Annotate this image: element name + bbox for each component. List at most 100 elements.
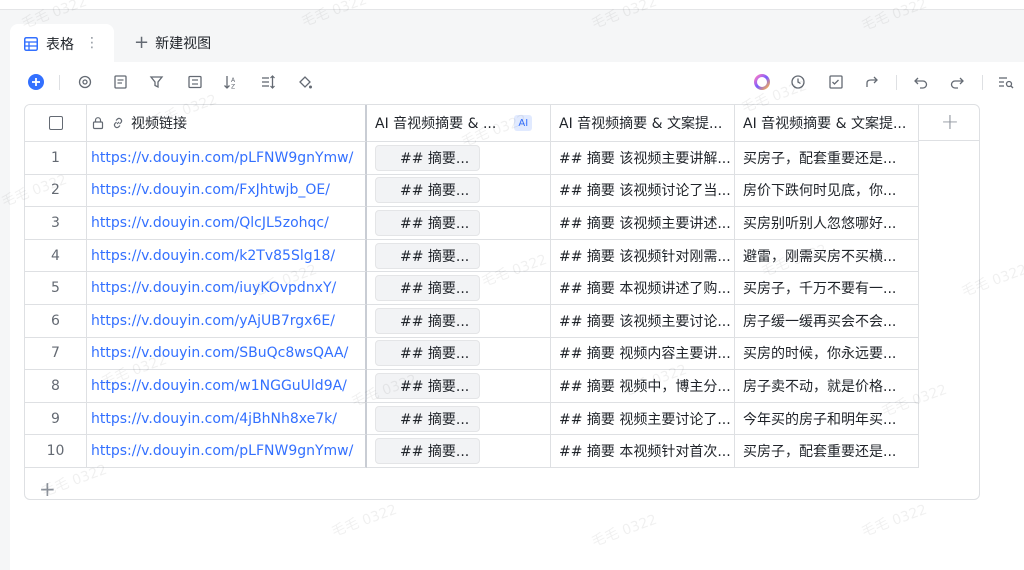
transcript-cell[interactable]: 买房子，配套重要还是... (735, 142, 919, 175)
summary-cell[interactable]: ## 摘要 该视频讨论了当... (551, 174, 735, 208)
column-header-transcript[interactable]: AI 音视频摘要 & 文案提... (735, 105, 919, 142)
summary-cell[interactable]: ## 摘要 视频内容主要讲... (551, 337, 735, 371)
history-clock-icon[interactable] (788, 72, 808, 92)
undo-icon[interactable] (911, 72, 931, 92)
summary-chip[interactable]: ## 摘要... (375, 177, 481, 204)
tab-more-icon[interactable]: ⋮ (85, 35, 99, 51)
video-link[interactable]: https://v.douyin.com/w1NGGuUld9A/ (91, 378, 347, 394)
row-number: 3 (51, 214, 60, 231)
ai-summary-cell[interactable]: ## 摘要... (367, 402, 551, 436)
ai-summary-cell[interactable]: ## 摘要... (367, 207, 551, 240)
table-row[interactable]: 3 https://v.douyin.com/QlcJL5zohqc/ ## 摘要.… (25, 207, 919, 240)
column-header-link[interactable]: 视频链接 (87, 105, 367, 142)
summary-cell[interactable]: ## 摘要 本视频针对首次... (551, 435, 735, 468)
ai-summary-cell[interactable]: ## 摘要... (367, 305, 551, 338)
row-number-cell: 10 (25, 435, 87, 468)
video-link[interactable]: https://v.douyin.com/yAjUB7rgx6E/ (91, 313, 335, 329)
table-row[interactable]: 5 https://v.douyin.com/iuyKOvpdnxY/ ## 摘要.… (25, 272, 919, 305)
ai-summary-cell[interactable]: ## 摘要... (367, 142, 551, 175)
transcript-cell[interactable]: 买房别听别人忽悠哪好... (735, 207, 919, 240)
link-cell[interactable]: https://v.douyin.com/k2Tv85Slg18/ (87, 239, 367, 273)
table-row[interactable]: 7 https://v.douyin.com/SBuQc8wsQAA/ ## 摘要.… (25, 337, 919, 371)
transcript-cell[interactable]: 今年买的房子和明年买... (735, 402, 919, 436)
summary-cell[interactable]: ## 摘要 该视频主要讲解... (551, 142, 735, 175)
ai-summary-cell[interactable]: ## 摘要... (367, 435, 551, 468)
table-row[interactable]: 4 https://v.douyin.com/k2Tv85Slg18/ ## 摘要.… (25, 239, 919, 273)
link-cell[interactable]: https://v.douyin.com/QlcJL5zohqc/ (87, 207, 367, 240)
summary-chip[interactable]: ## 摘要... (375, 209, 481, 236)
field-config-icon[interactable] (111, 72, 131, 92)
fill-color-icon[interactable] (295, 72, 315, 92)
search-records-icon[interactable] (996, 72, 1016, 92)
summary-chip[interactable]: ## 摘要... (375, 340, 481, 367)
checkbox-icon[interactable] (48, 116, 63, 130)
link-cell[interactable]: https://v.douyin.com/SBuQc8wsQAA/ (87, 337, 367, 371)
ai-summary-cell[interactable]: ## 摘要... (367, 174, 551, 208)
checklist-icon[interactable] (826, 72, 846, 92)
tab-grid-view[interactable]: 表格 ⋮ (10, 24, 114, 64)
add-record-icon[interactable] (26, 72, 46, 92)
summary-cell[interactable]: ## 摘要 视频中，博主分... (551, 370, 735, 403)
link-cell[interactable]: https://v.douyin.com/FxJhtwjb_OE/ (87, 174, 367, 208)
transcript-text: 房价下跌何时见底，你... (743, 183, 897, 200)
summary-cell[interactable]: ## 摘要 本视频讲述了购... (551, 272, 735, 305)
row-height-icon[interactable] (258, 72, 278, 92)
toolbar: AZ (0, 62, 1024, 102)
add-row-button[interactable]: + (39, 477, 56, 499)
link-cell[interactable]: https://v.douyin.com/w1NGGuUld9A/ (87, 370, 367, 403)
select-all-cell[interactable] (25, 105, 87, 142)
transcript-cell[interactable]: 房子缓一缓再买会不会... (735, 305, 919, 338)
summary-chip[interactable]: ## 摘要... (375, 307, 481, 334)
summary-chip[interactable]: ## 摘要... (375, 438, 481, 465)
sort-icon[interactable]: AZ (221, 72, 241, 92)
table-row[interactable]: 6 https://v.douyin.com/yAjUB7rgx6E/ ## 摘要.… (25, 305, 919, 338)
settings-gear-icon[interactable] (75, 72, 95, 92)
transcript-cell[interactable]: 买房子，千万不要有一... (735, 272, 919, 305)
transcript-cell[interactable]: 买房子，配套重要还是... (735, 435, 919, 468)
redo-icon[interactable] (947, 72, 967, 92)
summary-chip[interactable]: ## 摘要... (375, 275, 481, 302)
transcript-cell[interactable]: 房子卖不动，就是价格... (735, 370, 919, 403)
ai-summary-cell[interactable]: ## 摘要... (367, 272, 551, 305)
add-column-button[interactable]: + (919, 105, 979, 141)
summary-cell[interactable]: ## 摘要 该视频主要讨论... (551, 305, 735, 338)
new-view-button[interactable]: + 新建视图 (134, 33, 211, 53)
table-row[interactable]: 9 https://v.douyin.com/4jBhNh8xe7k/ ## 摘要.… (25, 402, 919, 436)
table-row[interactable]: 2 https://v.douyin.com/FxJhtwjb_OE/ ## 摘要.… (25, 174, 919, 208)
ai-summary-cell[interactable]: ## 摘要... (367, 370, 551, 403)
summary-chip[interactable]: ## 摘要... (375, 242, 481, 269)
ai-summary-cell[interactable]: ## 摘要... (367, 239, 551, 273)
summary-cell[interactable]: ## 摘要 该视频针对刚需... (551, 239, 735, 273)
ai-summary-cell[interactable]: ## 摘要... (367, 337, 551, 371)
video-link[interactable]: https://v.douyin.com/4jBhNh8xe7k/ (91, 411, 337, 427)
link-cell[interactable]: https://v.douyin.com/iuyKOvpdnxY/ (87, 272, 367, 305)
transcript-cell[interactable]: 买房的时候，你永远要... (735, 337, 919, 371)
transcript-cell[interactable]: 避雷，刚需买房不买横... (735, 239, 919, 273)
video-link[interactable]: https://v.douyin.com/iuyKOvpdnxY/ (91, 280, 336, 296)
group-icon[interactable] (185, 72, 205, 92)
share-icon[interactable] (862, 72, 882, 92)
summary-chip[interactable]: ## 摘要... (375, 405, 481, 432)
video-link[interactable]: https://v.douyin.com/pLFNW9gnYmw/ (91, 150, 353, 166)
table-row[interactable]: 1 https://v.douyin.com/pLFNW9gnYmw/ ## 摘要.… (25, 142, 919, 175)
column-header-ai-summary[interactable]: AI 音视频摘要 & ... AI (367, 105, 551, 142)
summary-cell[interactable]: ## 摘要 视频主要讨论了... (551, 402, 735, 436)
summary-chip[interactable]: ## 摘要... (375, 372, 481, 399)
video-link[interactable]: https://v.douyin.com/QlcJL5zohqc/ (91, 215, 329, 231)
transcript-cell[interactable]: 房价下跌何时见底，你... (735, 174, 919, 208)
video-link[interactable]: https://v.douyin.com/k2Tv85Slg18/ (91, 248, 335, 264)
column-header-summary[interactable]: AI 音视频摘要 & 文案提... (551, 105, 735, 142)
table-row[interactable]: 10 https://v.douyin.com/pLFNW9gnYmw/ ## 摘要… (25, 435, 919, 468)
link-cell[interactable]: https://v.douyin.com/4jBhNh8xe7k/ (87, 402, 367, 436)
video-link[interactable]: https://v.douyin.com/SBuQc8wsQAA/ (91, 345, 348, 361)
video-link[interactable]: https://v.douyin.com/FxJhtwjb_OE/ (91, 182, 330, 198)
link-cell[interactable]: https://v.douyin.com/yAjUB7rgx6E/ (87, 305, 367, 338)
link-cell[interactable]: https://v.douyin.com/pLFNW9gnYmw/ (87, 435, 367, 468)
summary-chip[interactable]: ## 摘要... (375, 144, 481, 171)
filter-icon[interactable] (147, 72, 167, 92)
summary-cell[interactable]: ## 摘要 该视频主要讲述... (551, 207, 735, 240)
table-row[interactable]: 8 https://v.douyin.com/w1NGGuUld9A/ ## 摘要.… (25, 370, 919, 403)
link-cell[interactable]: https://v.douyin.com/pLFNW9gnYmw/ (87, 142, 367, 175)
ai-assistant-icon[interactable] (752, 72, 772, 92)
video-link[interactable]: https://v.douyin.com/pLFNW9gnYmw/ (91, 443, 353, 459)
